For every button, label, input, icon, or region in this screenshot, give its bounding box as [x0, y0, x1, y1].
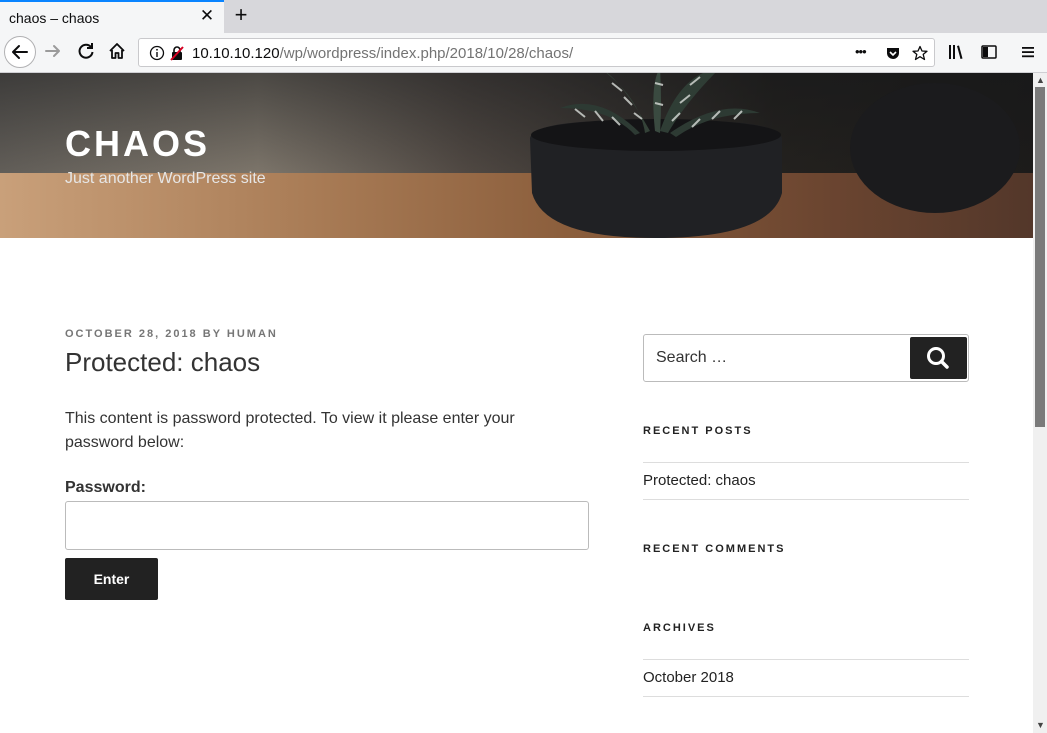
recent-post-link[interactable]: Protected: chaos: [643, 472, 756, 489]
reload-icon[interactable]: [76, 41, 96, 61]
insecure-lock-icon[interactable]: [169, 45, 185, 61]
tab-title: chaos – chaos: [9, 10, 100, 26]
page-scrollbar[interactable]: ▲ ▼: [1033, 73, 1047, 733]
tab-bar: chaos – chaos ✕ +: [0, 0, 1047, 33]
search-input[interactable]: Search …: [643, 334, 969, 382]
url-text[interactable]: 10.10.10.120/wp/wordpress/index.php/2018…: [192, 45, 573, 62]
site-header: CHAOS Just another WordPress site: [0, 73, 1033, 238]
forward-arrow-icon[interactable]: [43, 41, 63, 61]
password-input[interactable]: [65, 501, 589, 550]
post-meta: OCTOBER 28, 2018 BY HUMAN: [65, 328, 278, 340]
navigation-toolbar: 10.10.10.120/wp/wordpress/index.php/2018…: [0, 33, 1047, 73]
bookmark-star-icon[interactable]: [912, 45, 928, 61]
page-viewport: CHAOS Just another WordPress site OCTOBE…: [0, 73, 1033, 733]
scroll-up-icon[interactable]: ▲: [1036, 76, 1045, 85]
back-arrow-icon: [12, 45, 28, 59]
divider: [643, 462, 969, 463]
sidebar-toggle-icon[interactable]: [980, 43, 998, 61]
scrollbar-thumb[interactable]: [1035, 87, 1045, 427]
post-title: Protected: chaos: [65, 347, 261, 377]
site-description: Just another WordPress site: [65, 170, 266, 187]
search-button[interactable]: [910, 337, 967, 379]
search-icon: [927, 347, 949, 369]
divider: [643, 659, 969, 660]
password-label: Password:: [65, 479, 146, 496]
recent-comments-title: RECENT COMMENTS: [643, 543, 786, 555]
home-icon[interactable]: [107, 41, 127, 61]
search-placeholder: Search …: [656, 349, 728, 366]
url-host: 10.10.10.120: [192, 45, 280, 62]
pocket-icon[interactable]: [885, 45, 901, 61]
post-by: BY: [202, 328, 222, 340]
enter-button[interactable]: Enter: [65, 558, 158, 600]
recent-posts-title: RECENT POSTS: [643, 425, 753, 437]
info-icon[interactable]: [149, 45, 165, 61]
url-path: /wp/wordpress/index.php/2018/10/28/chaos…: [279, 45, 574, 62]
post-author[interactable]: HUMAN: [227, 328, 278, 340]
url-bar[interactable]: 10.10.10.120/wp/wordpress/index.php/2018…: [138, 38, 935, 67]
browser-tab[interactable]: chaos – chaos ✕: [0, 0, 224, 33]
archives-title: ARCHIVES: [643, 622, 716, 634]
divider: [643, 696, 969, 697]
tab-close-icon[interactable]: ✕: [198, 7, 216, 25]
post-date[interactable]: OCTOBER 28, 2018: [65, 328, 198, 340]
back-button[interactable]: [4, 36, 36, 68]
site-title[interactable]: CHAOS: [65, 123, 210, 165]
post-body: This content is password protected. To v…: [65, 410, 515, 451]
page-actions-icon[interactable]: •••: [855, 44, 867, 59]
archive-link[interactable]: October 2018: [643, 669, 734, 686]
library-icon[interactable]: [947, 43, 965, 61]
scroll-down-icon[interactable]: ▼: [1036, 721, 1045, 730]
divider: [643, 499, 969, 500]
new-tab-icon[interactable]: +: [230, 4, 252, 26]
menu-icon[interactable]: [1019, 43, 1037, 61]
